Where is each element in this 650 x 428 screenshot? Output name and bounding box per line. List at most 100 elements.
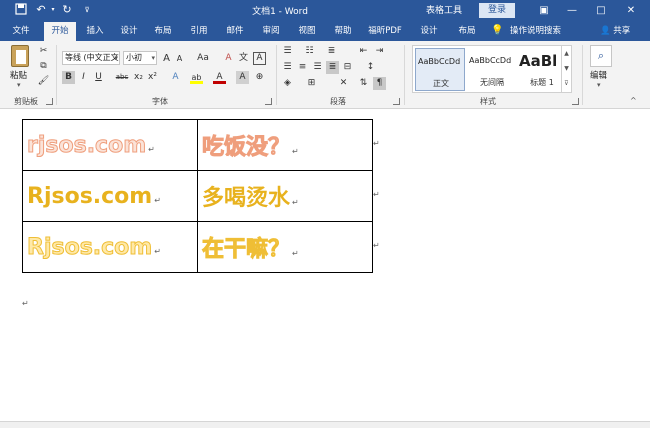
character-shading-icon[interactable]: A — [236, 71, 249, 84]
ribbon-display-options-icon[interactable]: ▣ — [535, 3, 553, 18]
decrease-indent-icon[interactable]: ⇤ — [357, 45, 370, 58]
table-cell[interactable]: Rjsos.com ↵ — [22, 221, 198, 273]
bold-button[interactable]: B — [62, 71, 75, 84]
styles-scroll[interactable]: ▲ ▼ ⊽ — [561, 46, 571, 92]
cell-text: 多喝烫水 — [202, 186, 291, 211]
end-of-row-mark: ↵ — [373, 241, 380, 250]
highlight-color-icon[interactable]: ab — [190, 71, 203, 84]
tab-pdf[interactable]: 福昕PDF — [362, 22, 408, 41]
tab-references[interactable]: 引用 — [184, 22, 214, 41]
format-painter-icon[interactable]: 🖌 — [37, 75, 50, 88]
distributed-icon[interactable]: ⊟ — [341, 61, 354, 74]
font-color-icon[interactable]: A — [213, 71, 226, 84]
tab-help[interactable]: 帮助 — [328, 22, 358, 41]
text-effects-icon[interactable]: A — [169, 71, 182, 84]
table-cell[interactable]: 在干嘛？ ↵ — [197, 221, 373, 273]
borders-icon[interactable]: ⊞ — [305, 77, 318, 90]
editing-label[interactable]: 编辑 — [590, 69, 607, 81]
tell-me-search[interactable]: 操作说明搜索 — [510, 22, 561, 41]
table-cell[interactable]: Rjsos.com ↵ — [22, 170, 198, 222]
style-name: 标题 1 — [530, 78, 554, 87]
phonetic-guide-icon[interactable]: 文 — [237, 52, 250, 65]
table-cell[interactable]: rjsos.com ↵ — [22, 119, 198, 171]
underline-button[interactable]: U — [92, 71, 105, 84]
font-launcher-icon[interactable] — [265, 98, 272, 105]
more-styles-icon[interactable]: ⊽ — [562, 76, 571, 91]
increase-indent-icon[interactable]: ⇥ — [373, 45, 386, 58]
sort-icon[interactable]: ⇅ — [357, 77, 370, 90]
align-right-icon[interactable]: ☰ — [311, 61, 324, 74]
show-marks-icon[interactable]: ¶ — [373, 77, 386, 90]
paragraph-launcher-icon[interactable] — [393, 98, 400, 105]
group-divider — [582, 45, 583, 105]
login-button[interactable]: 登录 — [479, 3, 515, 18]
character-border-icon[interactable]: ⊕ — [253, 71, 266, 84]
customize-icon[interactable]: ⊽ — [80, 3, 94, 17]
grow-font-icon[interactable]: A — [160, 52, 173, 65]
paragraph-mark: ↵ — [292, 249, 299, 258]
close-icon[interactable]: ✕ — [622, 3, 640, 18]
find-icon[interactable]: ⌕ — [590, 45, 612, 67]
styles-launcher-icon[interactable] — [572, 98, 579, 105]
tab-review[interactable]: 审阅 — [256, 22, 286, 41]
tab-file[interactable]: 文件 — [6, 22, 36, 41]
save-icon[interactable] — [14, 3, 28, 17]
font-name-select[interactable]: 等线 (中文正文 ▾ — [62, 51, 120, 65]
style-no-spacing[interactable]: AaBbCcDd 无间隔 — [467, 48, 517, 91]
tab-design[interactable]: 设计 — [114, 22, 144, 41]
shading-icon[interactable]: ◈ — [281, 77, 294, 90]
person-icon: 👤 — [600, 26, 611, 36]
styles-gallery: AaBbCcDd 正文 AaBbCcDd 无间隔 AaBl 标题 1 — [412, 45, 572, 93]
tab-home[interactable]: 开始 — [44, 22, 76, 41]
paragraph-mark: ↵ — [148, 144, 155, 154]
line-spacing-icon[interactable]: ↕ — [364, 61, 377, 74]
table-tools-label: 表格工具 — [414, 0, 474, 22]
tab-table-layout[interactable]: 布局 — [452, 22, 482, 41]
document-table[interactable]: rjsos.com ↵ 吃饭没？ ↵ Rjsos.com ↵ 多喝烫水 ↵ Rjsos.… — [22, 119, 373, 273]
multilevel-list-icon[interactable]: ≣ — [325, 45, 338, 58]
cut-icon[interactable]: ✂ — [37, 45, 50, 58]
change-case-icon[interactable]: Aa — [194, 52, 212, 65]
chinese-layout-icon[interactable]: ✕ — [337, 77, 350, 90]
clipboard-launcher-icon[interactable] — [46, 98, 53, 105]
group-divider — [276, 45, 277, 105]
chevron-down-icon[interactable]: ▾ — [597, 81, 601, 89]
chevron-down-icon[interactable]: ▼ — [562, 61, 571, 76]
redo-icon[interactable]: ↻ — [60, 3, 74, 17]
font-size-select[interactable]: 小初 ▾ — [123, 51, 157, 65]
strikethrough-button[interactable]: abc — [114, 71, 130, 84]
numbering-icon[interactable]: ☷ — [303, 45, 316, 58]
superscript-button[interactable]: x² — [146, 71, 159, 84]
style-normal[interactable]: AaBbCcDd 正文 — [415, 48, 465, 91]
share-button[interactable]: 👤 共享 — [600, 22, 630, 41]
clear-formatting-icon[interactable]: A — [222, 52, 235, 65]
table-cell[interactable]: 吃饭没？ ↵ — [197, 119, 373, 171]
share-label: 共享 — [613, 26, 631, 36]
undo-dropdown-icon[interactable]: ▾ — [46, 3, 60, 17]
align-left-icon[interactable]: ☰ — [281, 61, 294, 74]
chevron-up-icon[interactable]: ▲ — [562, 46, 571, 61]
chevron-down-icon: ▾ — [151, 54, 155, 62]
collapse-ribbon-icon[interactable]: ^ — [630, 96, 637, 105]
italic-button[interactable]: I — [77, 71, 90, 84]
minimize-icon[interactable]: — — [563, 3, 581, 18]
tab-view[interactable]: 视图 — [292, 22, 322, 41]
paste-button[interactable]: 粘贴 ▾ — [8, 45, 32, 89]
bullets-icon[interactable]: ☰ — [281, 45, 294, 58]
table-row: Rjsos.com ↵ 多喝烫水 ↵ — [22, 170, 373, 222]
tab-insert[interactable]: 插入 — [80, 22, 110, 41]
copy-icon[interactable]: ⧉ — [37, 60, 50, 73]
shrink-font-icon[interactable]: A — [173, 52, 186, 65]
justify-icon[interactable]: ≣ — [326, 61, 339, 74]
subscript-button[interactable]: x₂ — [132, 71, 145, 84]
tab-table-design[interactable]: 设计 — [414, 22, 444, 41]
style-heading-1[interactable]: AaBl 标题 1 — [517, 48, 567, 91]
lightbulb-icon[interactable]: 💡 — [491, 25, 503, 37]
tab-layout[interactable]: 布局 — [148, 22, 178, 41]
enclose-char-icon[interactable]: A — [253, 52, 266, 65]
align-center-icon[interactable]: ≡ — [296, 61, 309, 74]
tab-mailings[interactable]: 邮件 — [220, 22, 250, 41]
maximize-icon[interactable]: □ — [592, 3, 610, 18]
table-cell[interactable]: 多喝烫水 ↵ — [197, 170, 373, 222]
document-canvas[interactable]: rjsos.com ↵ 吃饭没？ ↵ Rjsos.com ↵ 多喝烫水 ↵ Rjsos.… — [0, 109, 650, 421]
